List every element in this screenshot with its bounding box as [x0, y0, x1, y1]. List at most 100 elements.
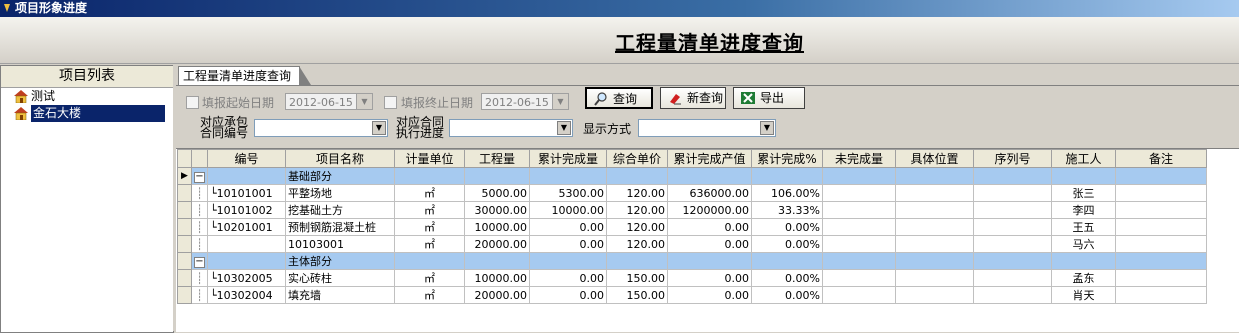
- unit-price-cell[interactable]: 120.00: [606, 235, 668, 253]
- empty-cell[interactable]: [667, 167, 752, 185]
- table-row[interactable]: ┊ └10302005 实心砖柱㎡ 10000.00 0.00 150.00 0.00 0.0…: [177, 269, 1207, 287]
- empty-cell[interactable]: [822, 167, 896, 185]
- col-header[interactable]: 累计完成产值: [667, 149, 752, 168]
- remaining-cell[interactable]: [822, 218, 896, 236]
- remark-cell[interactable]: [1115, 218, 1207, 236]
- name-cell[interactable]: 基础部分: [285, 167, 395, 185]
- quantity-cell[interactable]: 5000.00: [464, 184, 530, 202]
- remark-cell[interactable]: [1115, 201, 1207, 219]
- row-indicator[interactable]: [177, 184, 192, 202]
- location-cell[interactable]: [895, 286, 974, 304]
- export-button[interactable]: 导出: [733, 87, 805, 109]
- done-percent-cell[interactable]: 33.33%: [751, 201, 823, 219]
- done-percent-cell[interactable]: 0.00%: [751, 218, 823, 236]
- code-cell[interactable]: └10201001: [207, 218, 286, 236]
- empty-cell[interactable]: [394, 167, 465, 185]
- quantity-cell[interactable]: 30000.00: [464, 201, 530, 219]
- remark-cell[interactable]: [1115, 286, 1207, 304]
- table-row[interactable]: ┊ 10103001 ㎡ 20000.00 0.00 120.00 0.00 0.00% 马六: [177, 235, 1207, 253]
- unit-cell[interactable]: ㎡: [394, 235, 465, 253]
- col-header[interactable]: 累计完成量: [529, 149, 607, 168]
- empty-cell[interactable]: [394, 252, 465, 270]
- remark-cell[interactable]: [1115, 184, 1207, 202]
- serial-cell[interactable]: [973, 218, 1052, 236]
- chevron-down-icon[interactable]: ▼: [760, 121, 774, 135]
- code-cell[interactable]: └10101002: [207, 201, 286, 219]
- end-date-field[interactable]: 2012-06-15 ▼: [481, 93, 569, 110]
- location-cell[interactable]: [895, 235, 974, 253]
- table-row[interactable]: ┊ └10101001 平整场地㎡ 5000.00 5300.00 120.00 63600…: [177, 184, 1207, 202]
- location-cell[interactable]: [895, 218, 974, 236]
- project-item-test[interactable]: 测试: [1, 88, 173, 105]
- tree-cell[interactable]: −: [191, 252, 208, 270]
- unit-price-cell[interactable]: 150.00: [606, 269, 668, 287]
- name-cell[interactable]: 主体部分: [285, 252, 395, 270]
- location-cell[interactable]: [895, 184, 974, 202]
- progress-select[interactable]: ▼: [449, 119, 573, 137]
- col-header[interactable]: 序列号: [973, 149, 1052, 168]
- unit-price-cell[interactable]: 150.00: [606, 286, 668, 304]
- done-quantity-cell[interactable]: 0.00: [529, 286, 607, 304]
- worker-cell[interactable]: 李四: [1051, 201, 1116, 219]
- col-header[interactable]: 施工人: [1051, 149, 1116, 168]
- done-quantity-cell[interactable]: 10000.00: [529, 201, 607, 219]
- empty-cell[interactable]: [1051, 252, 1116, 270]
- remaining-cell[interactable]: [822, 269, 896, 287]
- unit-cell[interactable]: ㎡: [394, 286, 465, 304]
- done-percent-cell[interactable]: 0.00%: [751, 235, 823, 253]
- remaining-cell[interactable]: [822, 184, 896, 202]
- worker-cell[interactable]: 肖天: [1051, 286, 1116, 304]
- location-cell[interactable]: [895, 201, 974, 219]
- table-row[interactable]: ┊ └10101002 挖基础土方㎡ 30000.00 10000.00 120.00 12…: [177, 201, 1207, 219]
- done-value-cell[interactable]: 0.00: [667, 218, 752, 236]
- name-cell[interactable]: 填充墙: [285, 286, 395, 304]
- group-row[interactable]: ▶ − 基础部分: [177, 167, 1207, 185]
- code-cell[interactable]: └10302004: [207, 286, 286, 304]
- worker-cell[interactable]: 张三: [1051, 184, 1116, 202]
- project-item-jinshi[interactable]: 金石大楼: [1, 105, 173, 122]
- new-query-button[interactable]: 新查询: [660, 87, 726, 109]
- collapse-icon[interactable]: −: [194, 172, 205, 183]
- unit-price-cell[interactable]: 120.00: [606, 184, 668, 202]
- worker-cell[interactable]: 马六: [1051, 235, 1116, 253]
- empty-cell[interactable]: [529, 252, 607, 270]
- done-quantity-cell[interactable]: 0.00: [529, 218, 607, 236]
- row-indicator[interactable]: [177, 201, 192, 219]
- empty-cell[interactable]: [667, 252, 752, 270]
- col-header[interactable]: 综合单价: [606, 149, 668, 168]
- col-header[interactable]: 未完成量: [822, 149, 896, 168]
- unit-cell[interactable]: ㎡: [394, 201, 465, 219]
- empty-cell[interactable]: [1051, 167, 1116, 185]
- col-header[interactable]: 计量单位: [394, 149, 465, 168]
- code-cell[interactable]: └10302005: [207, 269, 286, 287]
- remark-cell[interactable]: [1115, 235, 1207, 253]
- unit-cell[interactable]: ㎡: [394, 269, 465, 287]
- col-header[interactable]: 备注: [1115, 149, 1207, 168]
- quantity-cell[interactable]: 20000.00: [464, 235, 530, 253]
- done-percent-cell[interactable]: 0.00%: [751, 269, 823, 287]
- serial-cell[interactable]: [973, 184, 1052, 202]
- name-cell[interactable]: 10103001: [285, 235, 395, 253]
- done-quantity-cell[interactable]: 0.00: [529, 235, 607, 253]
- remark-cell[interactable]: [1115, 269, 1207, 287]
- unit-cell[interactable]: ㎡: [394, 218, 465, 236]
- remaining-cell[interactable]: [822, 286, 896, 304]
- remaining-cell[interactable]: [822, 201, 896, 219]
- done-quantity-cell[interactable]: 0.00: [529, 269, 607, 287]
- unit-price-cell[interactable]: 120.00: [606, 201, 668, 219]
- remaining-cell[interactable]: [822, 235, 896, 253]
- unit-cell[interactable]: ㎡: [394, 184, 465, 202]
- col-header[interactable]: 具体位置: [895, 149, 974, 168]
- code-cell[interactable]: └10101001: [207, 184, 286, 202]
- location-cell[interactable]: [895, 269, 974, 287]
- contract-no-select[interactable]: ▼: [254, 119, 388, 137]
- row-indicator[interactable]: [177, 252, 192, 270]
- worker-cell[interactable]: 孟东: [1051, 269, 1116, 287]
- row-indicator[interactable]: [177, 286, 192, 304]
- serial-cell[interactable]: [973, 269, 1052, 287]
- serial-cell[interactable]: [973, 235, 1052, 253]
- serial-cell[interactable]: [973, 286, 1052, 304]
- unit-price-cell[interactable]: 120.00: [606, 218, 668, 236]
- query-button[interactable]: 查询: [585, 87, 653, 109]
- empty-cell[interactable]: [822, 252, 896, 270]
